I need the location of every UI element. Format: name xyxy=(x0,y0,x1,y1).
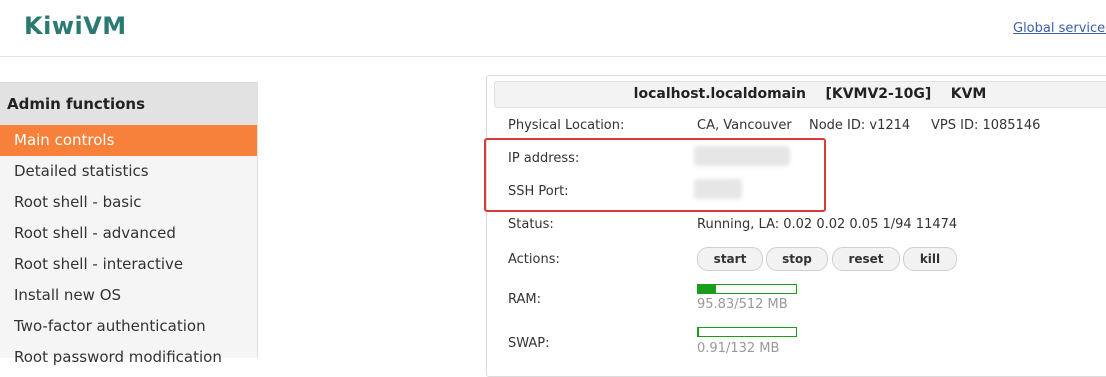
physical-location-value: CA, Vancouver xyxy=(697,118,792,133)
global-service-link[interactable]: Global service s xyxy=(1013,21,1106,36)
ram-usage-fill xyxy=(698,285,717,293)
status-label: Status: xyxy=(508,217,554,232)
swap-usage-bar xyxy=(697,327,797,337)
reset-button[interactable]: reset xyxy=(832,247,900,271)
swap-usage-fill xyxy=(698,328,699,336)
ram-usage-text: 95.83/512 MB xyxy=(697,297,788,312)
vps-title: localhost.localdomain [KVMV2-10G] KVM xyxy=(494,81,1106,108)
vps-info-panel: localhost.localdomain [KVMV2-10G] KVM Ph… xyxy=(484,75,1106,377)
sidebar-item-two-factor-auth[interactable]: Two-factor authentication xyxy=(0,311,257,342)
sidebar-item-install-new-os[interactable]: Install new OS xyxy=(0,280,257,311)
actions-label: Actions: xyxy=(508,252,560,267)
admin-sidebar: Admin functions Main controls Detailed s… xyxy=(0,82,258,366)
sidebar-item-root-shell-basic[interactable]: Root shell - basic xyxy=(0,187,257,218)
sidebar-item-root-shell-advanced[interactable]: Root shell - advanced xyxy=(0,218,257,249)
kiwivm-logo[interactable]: KiwiVM xyxy=(24,12,127,40)
kill-button[interactable]: kill xyxy=(903,247,957,271)
top-header: KiwiVM Global service s xyxy=(0,0,1106,57)
node-id: Node ID: v1214 xyxy=(809,118,911,133)
sidebar-heading: Admin functions xyxy=(0,82,257,125)
stop-button[interactable]: stop xyxy=(766,247,828,271)
sidebar-item-root-shell-interactive[interactable]: Root shell - interactive xyxy=(0,249,257,280)
ram-usage-bar xyxy=(697,284,797,294)
highlight-box xyxy=(484,138,826,212)
sidebar-item-detailed-statistics[interactable]: Detailed statistics xyxy=(0,156,257,187)
status-value: Running, LA: 0.02 0.02 0.05 1/94 11474 xyxy=(697,217,958,232)
start-button[interactable]: start xyxy=(697,247,763,271)
swap-usage-text: 0.91/132 MB xyxy=(697,341,780,356)
swap-label: SWAP: xyxy=(508,336,550,351)
physical-location-label: Physical Location: xyxy=(508,118,625,133)
vps-id: VPS ID: 1085146 xyxy=(931,118,1041,133)
sidebar-item-main-controls[interactable]: Main controls xyxy=(0,125,257,156)
ram-label: RAM: xyxy=(508,292,541,307)
